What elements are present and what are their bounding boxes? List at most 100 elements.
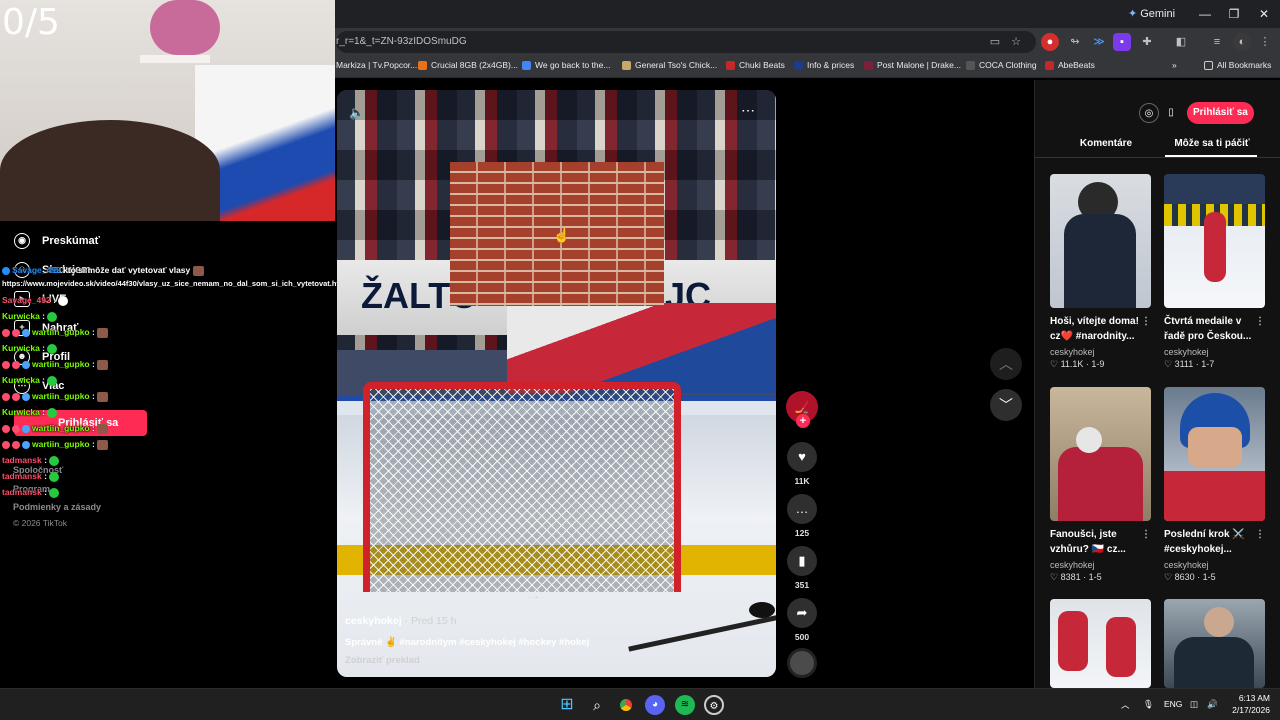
follow-plus-icon[interactable]: + (796, 414, 810, 428)
translate-link[interactable]: Zobraziť preklad (345, 655, 765, 666)
comment-button[interactable]: … 125 (786, 494, 818, 538)
system-clock[interactable]: 6:13 AM 2/17/2026 (1226, 692, 1270, 716)
close-window-button[interactable]: ✕ (1254, 5, 1274, 23)
card-more-icon[interactable]: ⋮ (1141, 314, 1151, 329)
extensions-puzzle-icon[interactable]: ✚ (1138, 33, 1156, 51)
bookmark-item[interactable]: Crucial 8GB (2x4GB)... (418, 60, 518, 70)
bookmarks-overflow-icon[interactable]: » (1172, 60, 1177, 70)
bookmark-item[interactable]: COCA Clothing (966, 60, 1037, 70)
coin-icon[interactable]: ◎ (1139, 103, 1159, 123)
header-login-button[interactable]: Prihlásiť sa (1187, 102, 1254, 124)
video-player[interactable]: ŽALTC JC 🔈 ⋯ ☝ — ● — ceskyhokej · Pred 1… (337, 90, 776, 677)
card-more-icon[interactable]: ⋮ (1141, 527, 1151, 542)
nav-explore[interactable]: ◉ Preskúmať (14, 233, 100, 249)
suggested-video-card[interactable] (1164, 599, 1265, 688)
profile-avatar-icon[interactable]: ◐ (1233, 33, 1251, 51)
tab-suggested[interactable]: Môže sa ti páčiť (1167, 138, 1257, 149)
score-counter: 0/5 (2, 2, 60, 43)
language-indicator[interactable]: ENG (1164, 699, 1182, 709)
like-button[interactable]: ♥ 11K (786, 442, 818, 486)
side-panel-icon[interactable]: ◧ (1172, 33, 1190, 51)
bookmark-favicon-icon (1045, 60, 1054, 70)
bookmark-item[interactable]: General Tso's Chick... (622, 60, 717, 70)
bookmark-item[interactable]: Info & prices (794, 60, 854, 70)
emote-check-icon (49, 455, 60, 466)
suggested-video-card[interactable]: Hoši, vítejte doma! cz❤️ #narodnity... ⋮ … (1050, 174, 1151, 370)
chat-badge-icon (22, 424, 30, 433)
gemini-button[interactable]: ✦ Gemini (1128, 7, 1175, 20)
emote-icon (97, 391, 109, 402)
emote-check-icon (47, 375, 58, 386)
footer-terms-link[interactable]: Podmienky a zásady (13, 502, 101, 512)
maximize-button[interactable]: ❐ (1224, 5, 1244, 23)
install-app-icon[interactable]: ▭ (986, 33, 1004, 51)
reading-list-icon[interactable]: ≡ (1208, 33, 1226, 51)
chat-badge-icon (12, 424, 20, 433)
all-bookmarks-button[interactable]: All Bookmarks (1204, 60, 1271, 70)
stream-chat-overlay: Savage_492 kto si môže dať vytetovať vla… (2, 262, 338, 500)
previous-video-button[interactable]: ︿ (990, 348, 1022, 380)
chat-line: Kurwicka : (2, 372, 338, 388)
address-bar[interactable]: r_r=1&_t=ZN-93zIDOSmuDG (336, 31, 1036, 53)
spotify-icon[interactable]: ≋ (675, 695, 695, 715)
bookmark-star-icon[interactable]: ☆ (1007, 33, 1025, 51)
chat-badge-icon (22, 360, 30, 369)
video-thumbnail (1164, 387, 1265, 521)
suggested-video-card[interactable]: Poslední krok ⚔️ #ceskyhokej... ⋮ ceskyho… (1164, 387, 1265, 583)
volume-icon[interactable]: 🔈 (349, 105, 365, 120)
video-thumbnail (1164, 174, 1265, 308)
emote-check-icon (47, 407, 58, 418)
bookmark-item[interactable]: Markiza | Tv.Popcor... (336, 60, 417, 70)
chat-line: Kurwicka : (2, 308, 338, 324)
extension-wave-icon[interactable]: ≫ (1090, 33, 1108, 51)
windows-start-icon[interactable]: ⊞ (557, 695, 577, 715)
chrome-icon[interactable] (616, 695, 636, 715)
hockey-goal (363, 382, 681, 592)
bookmark-item[interactable]: We go back to the... (522, 60, 610, 70)
bookmark-item[interactable]: Chuki Beats (726, 60, 785, 70)
suggested-video-card[interactable]: Fanoušci, jste vzhůru? 🇨🇿 cz... ⋮ ceskyho… (1050, 387, 1151, 583)
video-meta: ceskyhokej · Pred 15 h Správně ✌ #narodn… (345, 615, 765, 666)
chrome-menu-icon[interactable]: ⋮ (1256, 33, 1274, 51)
active-tab-indicator (1165, 155, 1257, 157)
volume-tray-icon[interactable]: 🔊 (1207, 699, 1218, 710)
microphone-icon[interactable]: 🎙 (1143, 699, 1154, 710)
bookmark-item[interactable]: AbeBeats (1045, 60, 1095, 70)
search-icon[interactable]: ⌕ (587, 695, 607, 715)
network-icon[interactable]: ◫ (1190, 699, 1198, 710)
card-more-icon[interactable]: ⋮ (1255, 314, 1265, 329)
bookmark-item[interactable]: Post Malone | Drake... (864, 60, 961, 70)
video-thumbnail (1050, 174, 1151, 308)
bookmark-favicon-icon (522, 60, 531, 70)
tab-comments[interactable]: Komentáre (1078, 138, 1134, 149)
extension-adblock-icon[interactable]: ● (1041, 33, 1059, 51)
share-button[interactable]: ➦ 500 (786, 598, 818, 642)
tray-overflow-icon[interactable]: ︿ (1121, 699, 1130, 711)
music-disc-icon[interactable] (787, 648, 817, 678)
windows-taskbar: ⊞ ⌕ ◕ ≋ ⚙ ︿ 🎙 ENG ◫ 🔊 6:13 AM 2/17/2026 (0, 688, 1280, 720)
discord-icon[interactable]: ◕ (645, 695, 665, 715)
minimize-button[interactable]: — (1195, 5, 1215, 23)
right-tabs: Komentáre Môže sa ti páčiť (1035, 132, 1280, 158)
chat-line: wartiin_gupko : (2, 356, 338, 372)
video-thumbnail (1050, 387, 1151, 521)
chat-badge-icon (22, 392, 30, 401)
screen: { "browser": { "gemini_label": "Gemini",… (0, 0, 1280, 720)
suggested-video-card[interactable] (1050, 599, 1151, 688)
emote-check-icon (47, 343, 58, 354)
steam-icon[interactable]: ⚙ (704, 695, 724, 715)
suggested-video-card[interactable]: Čtvrtá medaile v řadě pro Českou... ⋮ ces… (1164, 174, 1265, 370)
card-more-icon[interactable]: ⋮ (1255, 527, 1265, 542)
chevron-down-icon: ﹀ (999, 397, 1013, 413)
extension-icon[interactable]: ↬ (1066, 33, 1084, 51)
emote-check-icon (49, 487, 60, 498)
compass-icon: ◉ (14, 233, 30, 249)
next-video-button[interactable]: ﹀ (990, 389, 1022, 421)
video-more-icon[interactable]: ⋯ (741, 102, 755, 119)
copyright: © 2026 TikTok (13, 518, 67, 528)
phone-icon[interactable]: ▯ (1161, 103, 1181, 123)
video-author[interactable]: ceskyhokej (345, 615, 402, 627)
extension-purple-icon[interactable]: ▪ (1113, 33, 1131, 51)
webcam-overlay: 0/5 (0, 0, 335, 221)
save-button[interactable]: ▮ 351 (786, 546, 818, 590)
